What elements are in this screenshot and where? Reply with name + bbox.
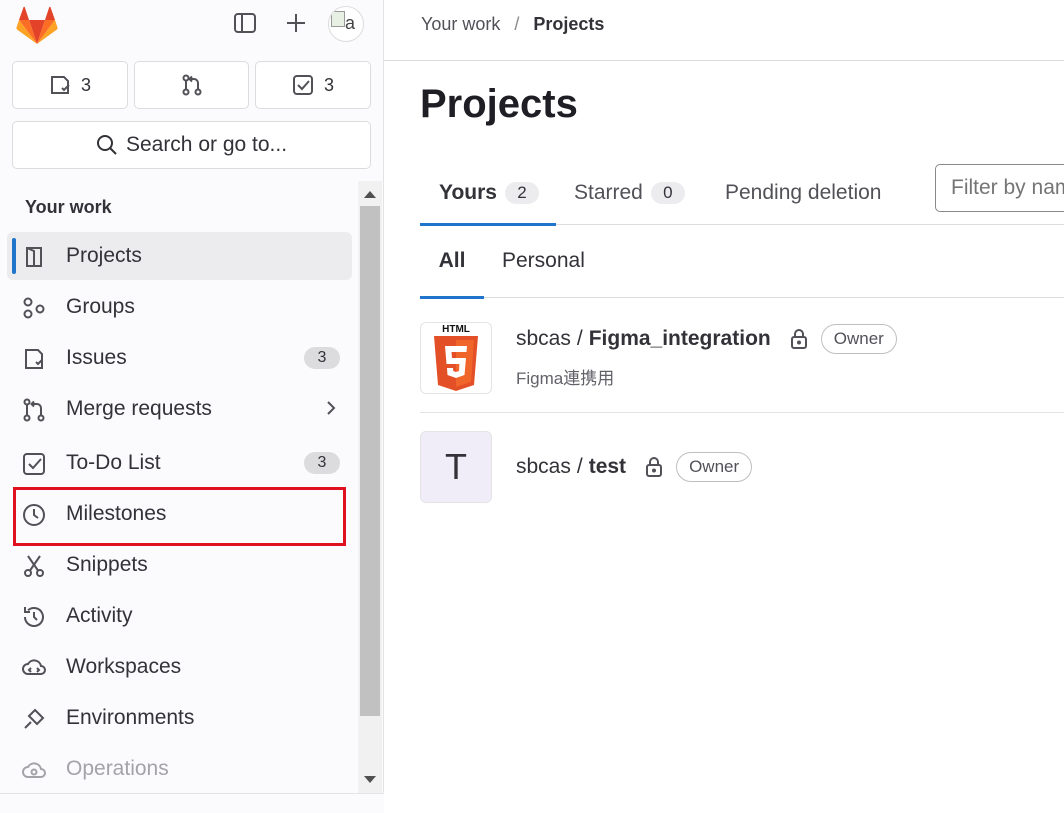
tab-pending-deletion[interactable]: Pending deletion [725, 162, 881, 224]
sidebar-item-issues[interactable]: Issues 3 [7, 334, 352, 382]
project-name-link[interactable]: Figma_integration [589, 327, 771, 351]
merge-request-icon [23, 398, 45, 422]
tab-yours[interactable]: Yours 2 [420, 162, 556, 226]
sidebar-item-environments[interactable]: Environments [7, 694, 352, 742]
project-avatar[interactable]: T [420, 431, 492, 503]
project-name: sbcas / Figma_integration Owner [516, 324, 897, 354]
todos-count: 3 [323, 74, 334, 95]
sidebar-item-projects[interactable]: Projects [7, 232, 352, 280]
filter-input[interactable] [935, 164, 1064, 212]
subtab-all[interactable]: All [420, 225, 484, 299]
project-icon [26, 247, 42, 267]
html5-logo-icon[interactable]: HTML [420, 322, 492, 394]
history-icon [24, 607, 44, 627]
todo-badge: 3 [304, 452, 340, 474]
tab-label: Pending deletion [725, 181, 882, 204]
project-name: sbcas / test Owner [516, 452, 753, 482]
tab-starred[interactable]: Starred 0 [574, 162, 685, 224]
search-label: Search or go to... [125, 133, 288, 156]
chevron-right-icon [327, 401, 336, 415]
cloud-gear-icon [22, 762, 46, 778]
gitlab-logo-icon[interactable] [16, 6, 58, 46]
tab-count: 0 [650, 182, 685, 204]
project-row: T sbcas / test Owner [420, 413, 1064, 523]
sidebar: a 3 3 Search or go to... Your work Proje… [0, 0, 384, 813]
project-name-link[interactable]: test [589, 455, 626, 479]
merge-request-icon [182, 74, 201, 96]
sidebar-item-operations[interactable]: Operations [7, 745, 352, 793]
merge-requests-counter-button[interactable] [134, 61, 249, 109]
todo-icon [292, 75, 313, 95]
sidebar-item-label: Workspaces [66, 655, 182, 678]
group-icon [23, 297, 45, 319]
sidebar-item-label: Environments [66, 706, 195, 729]
avatar-alt-text: a [345, 13, 356, 33]
sidebar-footer [0, 793, 384, 813]
project-namespace[interactable]: sbcas [516, 327, 571, 351]
sidebar-item-label: Operations [66, 757, 169, 780]
plus-icon[interactable] [281, 8, 311, 38]
sidebar-item-workspaces[interactable]: Workspaces [7, 643, 352, 691]
scrollbar-thumb[interactable] [360, 206, 380, 716]
sidebar-item-label: Issues [66, 346, 127, 369]
sidebar-item-groups[interactable]: Groups [7, 283, 352, 331]
project-subtabs: All Personal [420, 225, 1064, 299]
sidebar-item-label: Groups [66, 295, 135, 318]
sidebar-item-label: Merge requests [66, 397, 212, 420]
section-title: Your work [25, 197, 112, 217]
todos-counter-button[interactable]: 3 [255, 61, 371, 109]
role-badge: Owner [820, 324, 897, 354]
sidebar-item-label: Snippets [66, 553, 148, 576]
sidebar-item-label: Activity [66, 604, 133, 627]
tab-label: Yours [439, 181, 497, 204]
issues-icon [25, 349, 43, 369]
issues-counter-button[interactable]: 3 [12, 61, 128, 109]
environment-icon [24, 708, 45, 729]
scroll-down-arrow-icon[interactable] [364, 776, 376, 783]
project-path-separator: / [576, 327, 583, 350]
search-icon [96, 135, 117, 155]
project-row: HTML sbcas / Figma_integration Owner Fig… [420, 298, 1064, 413]
breadcrumb-current[interactable]: Projects [533, 14, 604, 35]
sidebar-item-todo-list[interactable]: To-Do List 3 [7, 439, 352, 487]
broken-image-icon [331, 11, 345, 27]
scroll-up-arrow-icon[interactable] [364, 191, 376, 198]
project-namespace[interactable]: sbcas [516, 455, 571, 479]
milestones-highlight-box [13, 487, 346, 546]
header-divider [384, 60, 1064, 61]
breadcrumb-separator: / [514, 14, 520, 34]
tab-label: Starred [574, 181, 643, 204]
issues-badge: 3 [304, 347, 340, 369]
snippet-icon [24, 555, 44, 577]
sidebar-item-label: To-Do List [66, 451, 161, 474]
sidebar-item-snippets[interactable]: Snippets [7, 541, 352, 589]
sidebar-item-activity[interactable]: Activity [7, 592, 352, 640]
lock-icon [644, 456, 664, 478]
svg-text:HTML: HTML [442, 324, 470, 335]
role-badge: Owner [676, 452, 753, 482]
avatar[interactable]: a [328, 6, 364, 42]
sidebar-scrollbar[interactable] [358, 181, 382, 793]
search-button[interactable]: Search or go to... [12, 121, 371, 169]
sidebar-item-merge-requests[interactable]: Merge requests [7, 385, 352, 433]
project-path-separator: / [576, 455, 583, 478]
sidebar-toggle-icon[interactable] [230, 8, 260, 38]
page-title: Projects [420, 82, 578, 126]
project-description: Figma連携用 [516, 369, 615, 388]
breadcrumb: Your work / Projects [421, 14, 604, 35]
issues-icon [50, 76, 70, 94]
sidebar-item-label: Projects [66, 244, 142, 267]
subtab-personal[interactable]: Personal [502, 225, 585, 297]
tab-count: 2 [504, 182, 539, 204]
breadcrumb-parent-link[interactable]: Your work [421, 14, 500, 35]
issues-count: 3 [80, 74, 91, 95]
todo-icon [23, 453, 45, 475]
lock-icon [789, 328, 809, 350]
workspace-icon [22, 659, 46, 675]
